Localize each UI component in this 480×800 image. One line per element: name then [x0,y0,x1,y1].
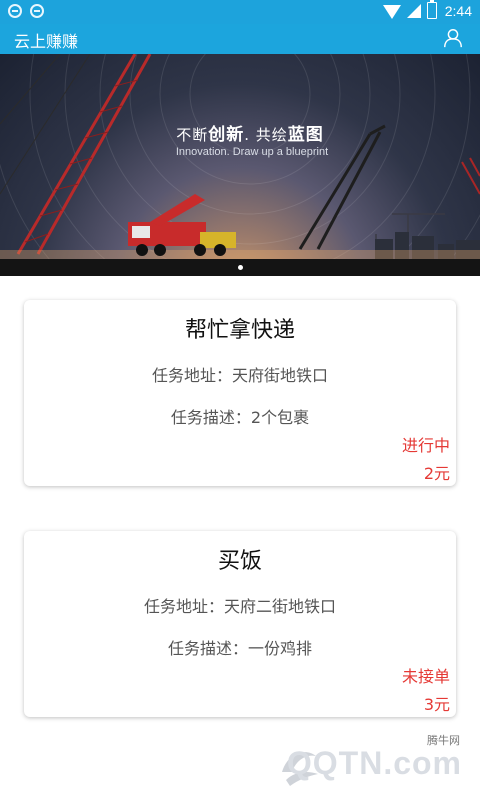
task-status: 未接单 [401,667,450,686]
task-card[interactable]: 买饭 任务地址：天府二街地铁口 任务描述：一份鸡排 未接单 3元 [24,531,456,717]
app-title: 云上赚赚 [14,32,79,51]
task-address: 任务地址：天府二街地铁口 [143,597,336,616]
banner-carousel[interactable]: 不断创新. 共绘蓝图 Innovation. Draw up a bluepri… [0,54,480,276]
battery-icon [426,0,437,19]
signal-icon [406,3,421,18]
banner-illustration [0,54,480,276]
task-price: 2元 [423,464,450,483]
status-bar: 2:44 [0,0,480,24]
notification-icon [8,4,22,18]
banner-slogan: 不断创新. 共绘蓝图 Innovation. Draw up a bluepri… [0,120,480,158]
task-description: 任务描述：2个包裹 [170,408,310,427]
task-address: 任务地址：天府街地铁口 [151,366,328,385]
slogan-english: Innovation. Draw up a blueprint [175,146,329,158]
task-price: 3元 [423,695,450,714]
app-bar: 云上赚赚 [0,24,480,54]
clock: 2:44 [444,2,472,19]
carousel-indicator [0,265,480,270]
task-title: 买饭 [217,549,262,574]
user-profile-icon[interactable] [442,27,464,49]
task-title: 帮忙拿快递 [184,318,295,343]
notification-icon [30,4,44,18]
wifi-icon [382,4,401,19]
task-card[interactable]: 帮忙拿快递 任务地址：天府街地铁口 任务描述：2个包裹 进行中 2元 [24,300,456,486]
task-description: 任务描述：一份鸡排 [167,639,312,658]
system-icons: 2:44 [382,0,472,19]
task-status: 进行中 [401,436,450,455]
notification-icons [8,4,44,18]
slogan-chinese: 不断创新. 共绘蓝图 [176,125,324,145]
watermark: 腾牛网 QQTN.com [272,734,472,794]
watermark-text: QQTN.com [286,745,462,781]
carousel-dot-active [237,265,243,270]
